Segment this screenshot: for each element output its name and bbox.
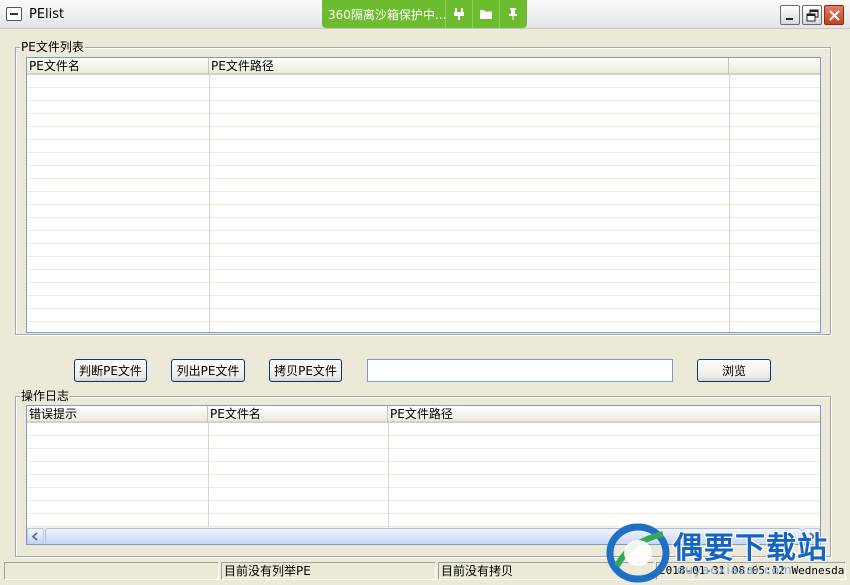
browse-button[interactable]: 浏览 (697, 359, 771, 382)
pe-file-list-header: PE文件名 PE文件路径 (27, 58, 820, 75)
operation-log-title: 操作日志 (20, 389, 71, 403)
operation-log-header: 错误提示 PE文件名 PE文件路径 (27, 406, 820, 423)
sandbox-folder-button[interactable] (472, 0, 499, 28)
scroll-left-arrow[interactable] (27, 528, 44, 544)
watermark-subtext: ouyaoxiazai.com (677, 563, 793, 577)
column-divider (388, 423, 389, 527)
close-button[interactable] (824, 5, 844, 25)
chevron-left-icon (31, 532, 38, 541)
sandbox-shield-button[interactable] (445, 0, 472, 28)
pe-file-list-body[interactable] (27, 75, 820, 332)
pe-file-list-group: PE文件列表 PE文件名 PE文件路径 (15, 40, 831, 335)
system-menu-icon[interactable] (6, 7, 22, 21)
window-title: PElist (29, 7, 65, 22)
folder-icon (480, 10, 492, 19)
sandbox-plug-icon (454, 8, 464, 20)
pe-file-list[interactable]: PE文件名 PE文件路径 (26, 57, 821, 333)
minimize-button[interactable] (780, 5, 800, 25)
status-list-message: 目前没有列举PE (221, 562, 436, 580)
column-header-filename[interactable]: PE文件名 (27, 58, 209, 75)
column-header-filepath[interactable]: PE文件路径 (209, 58, 729, 75)
column-header-extra[interactable] (729, 58, 820, 75)
sandbox-status-bar: 360隔离沙箱保护中... (322, 0, 527, 28)
status-panel-1 (4, 562, 219, 580)
column-header-error[interactable]: 错误提示 (27, 406, 208, 423)
operation-log-body[interactable] (27, 423, 820, 527)
column-divider (208, 423, 209, 527)
judge-pe-button[interactable]: 判断PE文件 (74, 359, 147, 382)
watermark-text: 偶要下载站 (673, 531, 828, 566)
pin-icon (509, 8, 517, 20)
column-divider (729, 75, 730, 332)
copy-pe-button[interactable]: 拷贝PE文件 (269, 359, 342, 382)
list-pe-button[interactable]: 列出PE文件 (171, 359, 245, 382)
sandbox-status-text: 360隔离沙箱保护中... (328, 7, 445, 22)
minimize-icon (786, 18, 793, 20)
sandbox-pin-button[interactable] (499, 0, 526, 28)
column-header-filename[interactable]: PE文件名 (208, 406, 388, 423)
title-bar: PElist 360隔离沙箱保护中... (0, 0, 850, 29)
restore-icon (806, 9, 819, 22)
site-watermark: 偶要下载站 ouyaoxiazai.com (605, 520, 850, 585)
restore-button[interactable] (802, 5, 822, 25)
pe-file-list-title: PE文件列表 (20, 40, 85, 54)
watermark-logo-icon (606, 523, 670, 583)
column-divider (209, 75, 210, 332)
close-icon (829, 10, 840, 21)
target-path-input[interactable] (367, 359, 673, 382)
column-header-filepath[interactable]: PE文件路径 (388, 406, 820, 423)
